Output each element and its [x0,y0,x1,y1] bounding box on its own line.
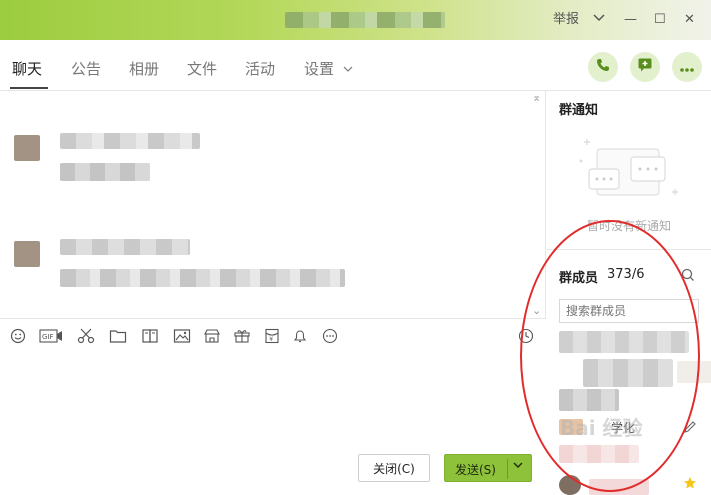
message-sender-redacted [60,133,200,149]
member-redacted [677,361,711,383]
more-circle-icon[interactable] [320,327,340,345]
message-content-redacted [60,163,150,181]
send-button-label: 发送(S) [455,463,496,477]
gift-icon[interactable] [232,327,252,345]
phone-icon [595,57,611,77]
chat-message-area[interactable]: ⌅ ⌄ [0,91,546,318]
members-title: 群成员 [559,271,599,286]
collapse-up-icon[interactable]: ⌅ [532,91,541,104]
group-notice-title: 群通知 [559,103,599,118]
member-redacted [559,445,639,463]
gif-icon[interactable]: GIF [38,327,64,345]
settings-chevron-icon[interactable] [342,60,354,82]
close-window-button[interactable]: ✕ [684,10,695,30]
tab-chat[interactable]: 聊天 [12,58,42,80]
tab-announcement[interactable]: 公告 [71,58,101,80]
list-item[interactable] [559,357,711,387]
message-content-redacted [60,269,345,287]
minimize-button[interactable]: — [624,10,637,30]
member-search-input[interactable] [559,299,699,323]
list-item[interactable] [559,445,709,471]
tab-files[interactable]: 文件 [187,58,217,80]
send-options-chevron-icon[interactable] [513,461,523,472]
phone-call-button[interactable] [588,52,618,82]
members-count: 373/6 [607,267,645,282]
bell-icon[interactable] [290,327,310,345]
add-message-icon [637,57,653,77]
maximize-button[interactable]: ☐ [654,10,666,30]
avatar[interactable] [14,241,40,267]
collapse-down-icon[interactable]: ⌄ [532,304,541,317]
image-icon[interactable] [172,327,192,345]
member-redacted [589,479,649,495]
send-button[interactable]: 发送(S) [444,454,532,482]
history-clock-icon[interactable] [516,327,536,345]
scissors-icon[interactable] [76,327,96,345]
title-bar[interactable]: 举报 — ☐ ✕ [0,0,711,40]
input-toolbar: GIF ¥ [0,318,546,352]
tab-album[interactable]: 相册 [129,58,159,80]
message-input[interactable] [0,352,546,452]
no-notice-text: 暂时没有新通知 [587,219,672,233]
empty-notice-illustration [575,131,687,215]
member-name: 学化 [611,421,636,435]
tab-settings[interactable]: 设置 [304,58,334,80]
chevron-down-icon[interactable] [592,10,606,30]
folder-icon[interactable] [108,327,128,345]
list-item[interactable] [559,471,709,495]
tab-activity[interactable]: 活动 [245,58,275,80]
tab-bar: 聊天 公告 相册 文件 活动 设置 [0,40,711,91]
shop-icon[interactable] [202,327,222,345]
search-icon[interactable] [681,267,695,286]
send-button-divider [507,459,508,479]
member-redacted [559,389,619,411]
list-item[interactable] [559,329,709,355]
new-message-button[interactable] [630,52,660,82]
avatar[interactable] [14,135,40,161]
picture-frame-icon[interactable] [140,327,160,345]
close-button[interactable]: 关闭(C) [358,454,430,482]
message-sender-redacted [60,239,190,255]
right-panel: 群通知 暂时没有新通知 群成员 373/6 学化 [547,91,711,495]
svg-text:¥: ¥ [269,336,273,343]
member-redacted [583,359,673,387]
more-options-button[interactable] [672,52,702,82]
avatar [559,419,583,435]
report-link[interactable]: 举报 [553,10,579,30]
active-tab-indicator [10,87,48,89]
list-item[interactable]: 学化 [559,417,709,443]
edit-icon[interactable] [683,419,697,438]
member-redacted [559,331,689,353]
red-packet-icon[interactable]: ¥ [262,327,282,345]
emoji-icon[interactable] [8,327,28,345]
more-icon [679,58,695,77]
svg-text:GIF: GIF [42,333,54,341]
divider [547,249,711,250]
window-title-redacted [285,12,445,28]
star-icon [683,475,697,494]
avatar [559,475,581,495]
list-item[interactable] [559,389,709,415]
